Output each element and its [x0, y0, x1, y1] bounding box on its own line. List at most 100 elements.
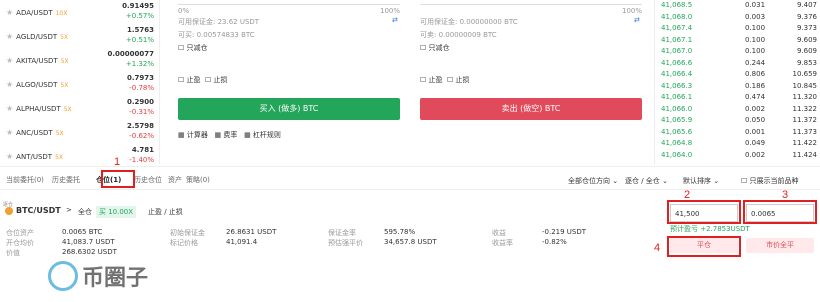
filter-sort[interactable]: 默认排序 ⌄: [683, 176, 719, 186]
book-row[interactable]: 41,067.1 0.100 9.609: [661, 36, 817, 48]
estimated-profit: 预计盈亏 +2.7853USDT: [670, 225, 750, 233]
leverage-badge: 5X: [55, 154, 64, 161]
tab-3[interactable]: 历史仓位: [134, 175, 162, 185]
book-row[interactable]: 41,066.0 0.002 11.322: [661, 105, 817, 117]
coin-price: 0.7973: [126, 74, 154, 82]
book-total: 11.322: [792, 104, 818, 113]
stat-label: 仓位资产: [6, 229, 34, 237]
tab-1[interactable]: 历史委托: [52, 175, 80, 185]
star-icon[interactable]: ★: [6, 128, 13, 137]
book-qty: 0.002: [745, 104, 766, 113]
coin-price: 1.5763: [126, 26, 154, 34]
coin-row[interactable]: ★ ADA/USDT 10X 0.91495 +0.57%: [0, 0, 160, 24]
filter-mode[interactable]: 逐仓 / 全仓 ⌄: [625, 176, 668, 186]
marker-3: 3: [782, 189, 789, 201]
tp-checkbox[interactable]: ☐ 止盈: [420, 76, 443, 84]
buy-button[interactable]: 买入 (做多) BTC: [178, 98, 400, 120]
sell-button[interactable]: 卖出 (做空) BTC: [420, 98, 642, 120]
coin-change: +0.51%: [125, 36, 154, 44]
tpsl-link[interactable]: 止盈 / 止损: [148, 207, 183, 217]
book-row[interactable]: 41,065.6 0.001 11.373: [661, 128, 817, 140]
transfer-icon[interactable]: ⇄: [392, 16, 398, 24]
reduce-label: 只减仓: [428, 44, 450, 52]
star-icon[interactable]: ★: [6, 152, 13, 161]
star-icon[interactable]: ★: [6, 104, 13, 113]
logo-icon: [48, 261, 78, 291]
calculator-icon[interactable]: ▦ 计算器: [178, 131, 208, 139]
coin-row[interactable]: ★ AGLD/USDT 5X 1.5763 +0.51%: [0, 24, 160, 48]
reduce-label: 只减仓: [186, 44, 208, 52]
book-row[interactable]: 41,067.4 0.100 9.373: [661, 24, 817, 36]
coin-change: +0.57%: [125, 12, 154, 20]
tab-4[interactable]: 资产: [168, 175, 182, 185]
book-row[interactable]: 41,068.0 0.003 9.376: [661, 13, 817, 25]
book-qty: 0.049: [745, 139, 766, 147]
coin-price: 0.2900: [126, 98, 154, 106]
buy-reduce-only[interactable]: ☐ 只减仓: [178, 43, 208, 53]
star-icon[interactable]: ★: [6, 32, 13, 41]
coin-row[interactable]: ★ ALPHA/USDT 5X 0.2900 -0.31%: [0, 96, 160, 120]
buy-panel: 0% 100% 可用保证金: 23.62 USDT ⇄ 可买: 0.005748…: [170, 0, 402, 164]
coin-row[interactable]: ★ ANC/USDT 5X 2.5798 -0.62%: [0, 120, 160, 144]
book-total: 9.609: [796, 35, 817, 44]
book-qty: 0.244: [745, 58, 766, 67]
stat-item: 价值 268.6302 USDT: [6, 248, 117, 258]
book-row[interactable]: 41,067.0 0.100 9.609: [661, 47, 817, 59]
coin-price: 0.91495: [122, 2, 154, 10]
leverage-badge: 5X: [60, 58, 69, 65]
buy-slider[interactable]: [178, 4, 400, 5]
book-row[interactable]: 41,065.9 0.050 11.372: [661, 116, 817, 128]
book-qty: 0.100: [745, 47, 766, 55]
sell-slider[interactable]: [420, 4, 642, 5]
book-row[interactable]: 41,066.1 0.474 11.320: [661, 93, 817, 105]
star-icon[interactable]: ★: [6, 80, 13, 89]
sl-checkbox[interactable]: ☐ 止损: [205, 76, 228, 84]
coin-row[interactable]: ★ ALGO/USDT 5X 0.7973 -0.78%: [0, 72, 160, 96]
sell-reduce-only[interactable]: ☐ 只减仓: [420, 43, 450, 53]
pair-arrow[interactable]: >: [66, 206, 72, 214]
stat-label: 价值: [6, 249, 20, 257]
book-total: 11.320: [792, 93, 818, 101]
book-total: 11.372: [792, 116, 818, 124]
highlight-position-tab: [101, 170, 135, 188]
sl-checkbox[interactable]: ☐ 止损: [447, 76, 470, 84]
only-current-checkbox[interactable]: ☐ 只展示当前品种: [741, 176, 799, 186]
stat-item: 保证金率 595.78%: [328, 228, 415, 238]
book-row[interactable]: 41,064.8 0.049 11.422: [661, 139, 817, 151]
stat-item: 预估强平价 34,657.8 USDT: [328, 238, 437, 248]
book-qty: 0.100: [745, 24, 766, 32]
book-price: 41,068.0: [661, 12, 693, 21]
book-qty: 0.002: [745, 150, 766, 159]
tab-5[interactable]: 策略(0): [186, 175, 210, 185]
filter-direction[interactable]: 全部仓位方向 ⌄: [568, 176, 618, 186]
leverage-badge: 5X: [60, 82, 69, 89]
star-icon[interactable]: ★: [6, 8, 13, 17]
stat-label: 预估强平价: [328, 239, 363, 247]
stat-value: 595.78%: [384, 228, 416, 236]
leverage-badge: 5X: [63, 106, 72, 113]
book-row[interactable]: 41,066.6 0.244 9.853: [661, 59, 817, 71]
coin-change: -0.31%: [129, 108, 154, 116]
coin-pair: ANT/USDT: [16, 153, 53, 161]
stat-value: 26.8631 USDT: [226, 228, 277, 236]
book-qty: 0.001: [745, 127, 766, 136]
position-pair[interactable]: BTC/USDT: [16, 206, 61, 215]
tab-0[interactable]: 当前委托(0): [6, 175, 44, 185]
star-icon[interactable]: ★: [6, 56, 13, 65]
book-row[interactable]: 41,068.5 0.031 9.407: [661, 1, 817, 13]
market-close-button[interactable]: 市价全平: [746, 238, 814, 253]
fee-icon[interactable]: ▦ 费率: [215, 131, 238, 139]
position-header: 逐仓 BTC/USDT > 全仓 买 10.00X 止盈 / 止损: [0, 200, 660, 220]
tp-checkbox[interactable]: ☐ 止盈: [178, 76, 201, 84]
transfer-icon[interactable]: ⇄: [634, 16, 640, 24]
book-total: 11.373: [792, 127, 818, 136]
book-row[interactable]: 41,066.3 0.186 10.845: [661, 82, 817, 94]
coin-pair: ALGO/USDT: [16, 81, 58, 89]
book-row[interactable]: 41,066.4 0.806 10.659: [661, 70, 817, 82]
leverage-rule-icon[interactable]: ▦ 杠杆规则: [244, 131, 281, 139]
coin-row[interactable]: ★ ANT/USDT 5X 4.781 -1.40%: [0, 144, 160, 168]
buy-openable: 可买: 0.00574833 BTC: [178, 31, 255, 39]
coin-row[interactable]: ★ AKITA/USDT 5X 0.00000077 +1.32%: [0, 48, 160, 72]
book-row[interactable]: 41,064.0 0.002 11.424: [661, 151, 817, 163]
coin-pair: ANC/USDT: [16, 129, 53, 137]
